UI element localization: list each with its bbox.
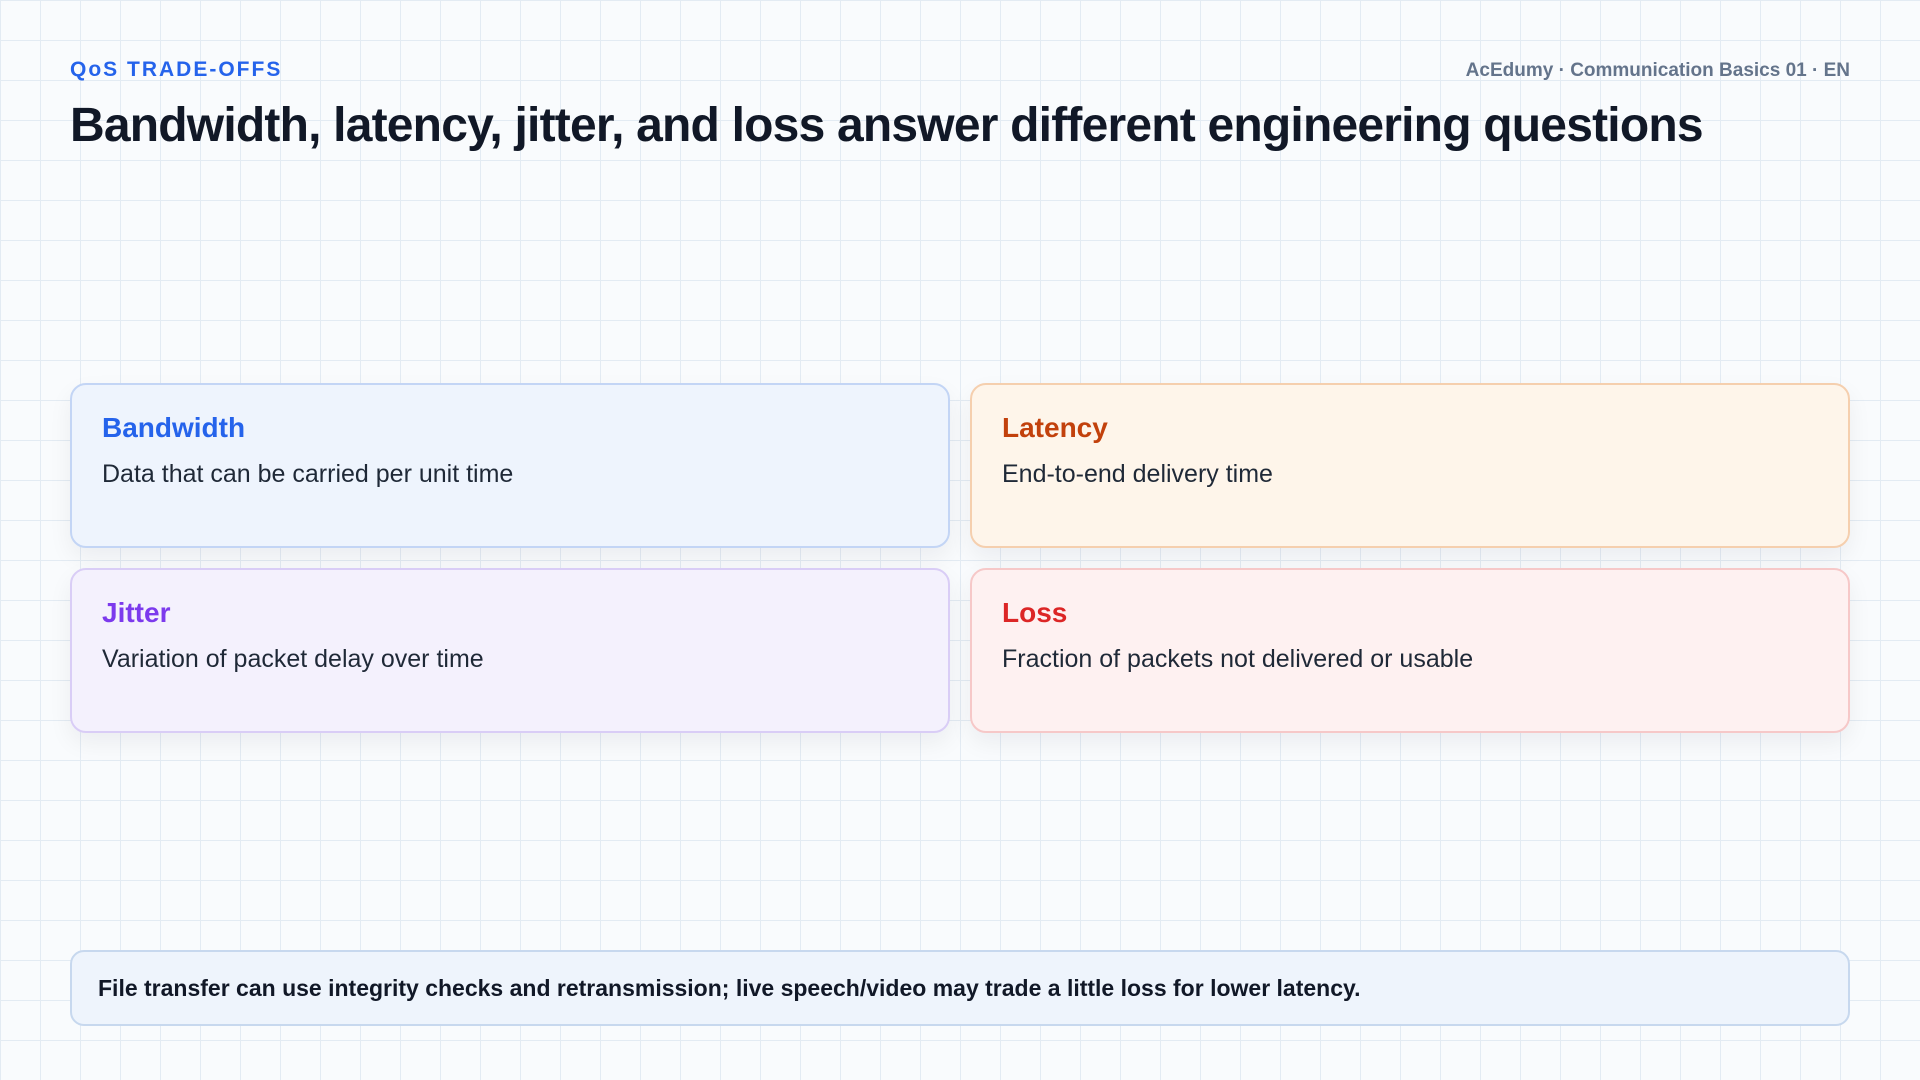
section-kicker: QoS TRADE-OFFS	[70, 58, 283, 81]
loss-card-text: Fraction of packets not delivered or usa…	[1002, 645, 1474, 673]
qos-metrics-grid: Bandwidth Data that can be carried per u…	[70, 383, 1850, 733]
page-title: Bandwidth, latency, jitter, and loss ans…	[70, 99, 1704, 152]
latency-card-text: End-to-end delivery time	[1002, 460, 1273, 488]
loss-card: Loss Fraction of packets not delivered o…	[970, 568, 1850, 733]
jitter-card-text: Variation of packet delay over time	[102, 645, 484, 673]
bandwidth-card-title: Bandwidth	[102, 412, 246, 443]
bandwidth-card-text: Data that can be carried per unit time	[102, 460, 514, 488]
bandwidth-card: Bandwidth Data that can be carried per u…	[70, 383, 950, 548]
jitter-card-title: Jitter	[102, 597, 171, 628]
loss-card-title: Loss	[1002, 597, 1068, 628]
jitter-card: Jitter Variation of packet delay over ti…	[70, 568, 950, 733]
tradeoff-note: File transfer can use integrity checks a…	[70, 950, 1850, 1026]
latency-card: Latency End-to-end delivery time	[970, 383, 1850, 548]
course-label: AcEdumy · Communication Basics 01 · EN	[1465, 60, 1850, 81]
latency-card-title: Latency	[1002, 412, 1108, 443]
